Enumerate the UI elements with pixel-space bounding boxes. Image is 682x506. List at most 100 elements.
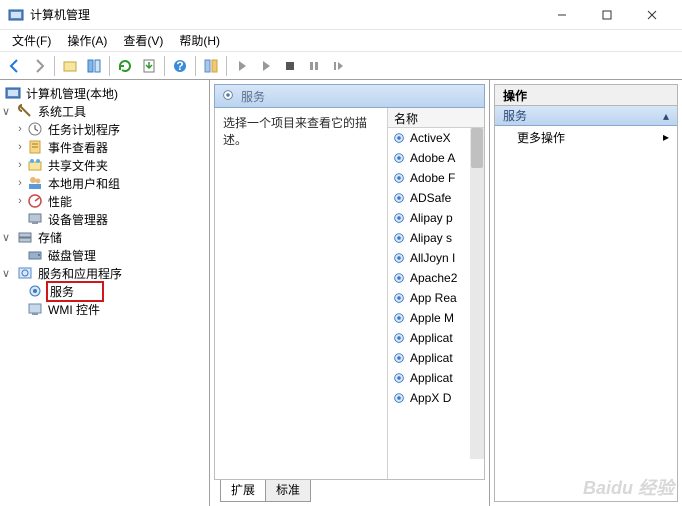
- event-icon: [27, 139, 43, 155]
- services-body: 选择一个项目来查看它的描述。 名称 ActiveXAdobe AAdobe FA…: [214, 108, 485, 480]
- refresh-button[interactable]: [114, 55, 136, 77]
- toolbar-separator: [195, 56, 196, 76]
- gear-icon: [392, 311, 406, 325]
- service-name: Applicat: [410, 331, 453, 345]
- tree-event-viewer[interactable]: ›事件查看器: [0, 138, 209, 156]
- gear-icon: [392, 131, 406, 145]
- svg-text:?: ?: [176, 59, 183, 73]
- tab-extended[interactable]: 扩展: [220, 480, 266, 502]
- tree-local-users[interactable]: ›本地用户和组: [0, 174, 209, 192]
- play2-button[interactable]: [255, 55, 277, 77]
- vertical-scrollbar[interactable]: [470, 128, 484, 459]
- service-row[interactable]: AppX D: [388, 388, 470, 408]
- menu-file[interactable]: 文件(F): [4, 30, 59, 51]
- service-row[interactable]: App Rea: [388, 288, 470, 308]
- tree-disk-mgmt[interactable]: 磁盘管理: [0, 246, 209, 264]
- tree-task-scheduler[interactable]: ›任务计划程序: [0, 120, 209, 138]
- service-row[interactable]: Alipay s: [388, 228, 470, 248]
- toolbar: ?: [0, 52, 682, 80]
- tree-services-apps[interactable]: ∨服务和应用程序: [0, 264, 209, 282]
- service-row[interactable]: ActiveX: [388, 128, 470, 148]
- export-button[interactable]: [138, 55, 160, 77]
- help-button[interactable]: ?: [169, 55, 191, 77]
- tree-device-manager[interactable]: 设备管理器: [0, 210, 209, 228]
- menu-help[interactable]: 帮助(H): [171, 30, 228, 51]
- tab-standard[interactable]: 标准: [265, 480, 311, 502]
- service-row[interactable]: Adobe F: [388, 168, 470, 188]
- show-hide-button[interactable]: [83, 55, 105, 77]
- gear-icon: [392, 251, 406, 265]
- collapse-icon[interactable]: ∨: [0, 105, 12, 118]
- gear-icon: [392, 291, 406, 305]
- expand-icon[interactable]: ›: [14, 123, 26, 135]
- title-bar: 计算机管理: [0, 0, 682, 30]
- menu-action[interactable]: 操作(A): [59, 30, 115, 51]
- properties-button[interactable]: [200, 55, 222, 77]
- service-row[interactable]: Applicat: [388, 368, 470, 388]
- gear-icon: [392, 191, 406, 205]
- menu-view[interactable]: 查看(V): [115, 30, 171, 51]
- gear-icon: [392, 351, 406, 365]
- service-name: Apple M: [410, 311, 454, 325]
- toolbar-separator: [54, 56, 55, 76]
- restart-button[interactable]: [327, 55, 349, 77]
- service-name: Alipay p: [410, 211, 453, 225]
- tree-storage[interactable]: ∨存储: [0, 228, 209, 246]
- service-name: ADSafe: [410, 191, 451, 205]
- gear-icon: [392, 231, 406, 245]
- expand-icon[interactable]: ›: [14, 141, 26, 153]
- tree-wmi[interactable]: WMI 控件: [0, 300, 209, 318]
- services-header: 服务: [214, 84, 485, 108]
- service-row[interactable]: ADSafe: [388, 188, 470, 208]
- stop-button[interactable]: [279, 55, 301, 77]
- service-row[interactable]: Applicat: [388, 328, 470, 348]
- actions-more[interactable]: 更多操作 ▸: [495, 126, 677, 148]
- forward-button[interactable]: [28, 55, 50, 77]
- actions-more-label: 更多操作: [517, 129, 565, 146]
- collapse-icon[interactable]: ∨: [0, 231, 12, 244]
- gear-icon: [27, 283, 43, 299]
- service-name: AllJoyn I: [410, 251, 455, 265]
- menu-bar: 文件(F) 操作(A) 查看(V) 帮助(H): [0, 30, 682, 52]
- collapse-icon[interactable]: ∨: [0, 267, 12, 280]
- tree-services[interactable]: 服务: [0, 282, 209, 300]
- toolbar-separator: [109, 56, 110, 76]
- tools-icon: [17, 103, 33, 119]
- play-button[interactable]: [231, 55, 253, 77]
- gear-icon: [392, 151, 406, 165]
- scrollbar-thumb[interactable]: [471, 128, 483, 168]
- service-row[interactable]: Alipay p: [388, 208, 470, 228]
- toolbar-separator: [226, 56, 227, 76]
- expand-icon[interactable]: ›: [14, 195, 26, 207]
- services-header-label: 服务: [241, 88, 265, 105]
- actions-panel: 操作 服务 ▴ 更多操作 ▸: [490, 80, 682, 506]
- gear-icon: [392, 171, 406, 185]
- tree-shared-folders[interactable]: ›共享文件夹: [0, 156, 209, 174]
- actions-section[interactable]: 服务 ▴: [495, 106, 677, 126]
- column-header-name[interactable]: 名称: [388, 108, 484, 128]
- minimize-button[interactable]: [539, 0, 584, 30]
- tree-performance[interactable]: ›性能: [0, 192, 209, 210]
- up-button[interactable]: [59, 55, 81, 77]
- services-list: 名称 ActiveX Adobe A Adobe F ADSafe Alipay p Al…: [387, 108, 484, 479]
- app-icon: [8, 7, 24, 23]
- tree-root[interactable]: 计算机管理(本地): [0, 84, 209, 102]
- service-row[interactable]: AllJoyn I: [388, 248, 470, 268]
- expand-icon[interactable]: ›: [14, 159, 26, 171]
- service-name: Adobe A: [410, 151, 455, 165]
- back-button[interactable]: [4, 55, 26, 77]
- service-name: Applicat: [410, 371, 453, 385]
- service-row[interactable]: Applicat: [388, 348, 470, 368]
- pause-button[interactable]: [303, 55, 325, 77]
- maximize-button[interactable]: [584, 0, 629, 30]
- tree-system-tools[interactable]: ∨系统工具: [0, 102, 209, 120]
- expand-icon[interactable]: ›: [14, 177, 26, 189]
- close-button[interactable]: [629, 0, 674, 30]
- users-icon: [27, 175, 43, 191]
- disk-icon: [27, 247, 43, 263]
- service-row[interactable]: Apache2: [388, 268, 470, 288]
- actions-section-label: 服务: [503, 107, 527, 124]
- service-row[interactable]: Apple M: [388, 308, 470, 328]
- gear-icon: [392, 331, 406, 345]
- service-row[interactable]: Adobe A: [388, 148, 470, 168]
